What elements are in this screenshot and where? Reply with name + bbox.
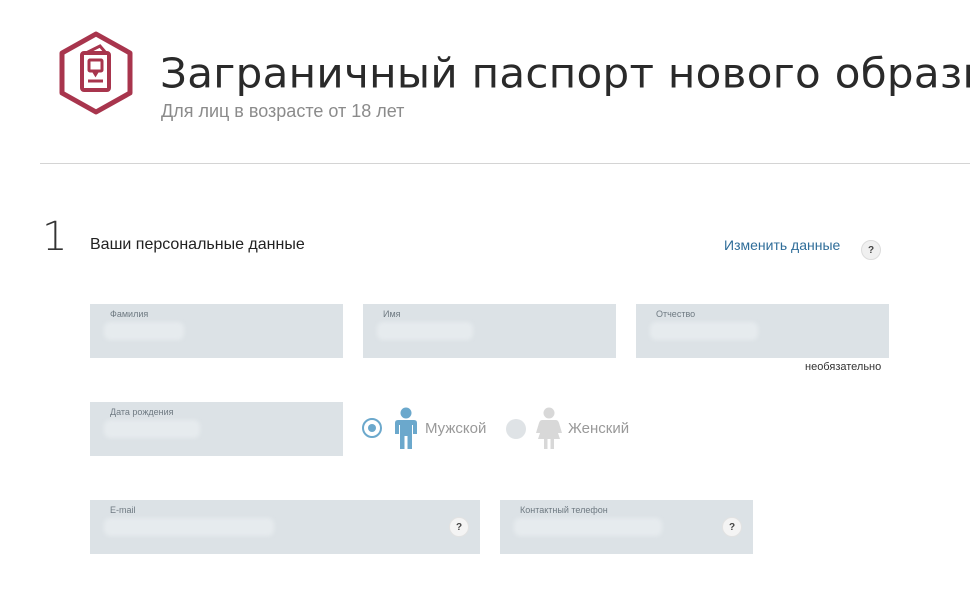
phone-field[interactable]: Контактный телефон ? <box>500 500 753 554</box>
birth-date-input[interactable] <box>108 418 290 442</box>
birth-date-label: Дата рождения <box>110 407 174 417</box>
edit-data-link[interactable]: Изменить данные <box>724 236 840 254</box>
email-field[interactable]: E-mail ? <box>90 500 480 554</box>
gender-male-label[interactable]: Мужской <box>425 420 486 438</box>
passport-logo-icon <box>58 31 134 115</box>
phone-help-icon[interactable]: ? <box>722 517 742 537</box>
email-help-icon[interactable]: ? <box>449 517 469 537</box>
page-title: Заграничный паспорт нового образца <box>160 49 970 98</box>
last-name-input[interactable] <box>108 320 290 344</box>
first-name-input[interactable] <box>381 320 563 344</box>
birth-date-field[interactable]: Дата рождения <box>90 402 343 456</box>
page-subtitle: Для лиц в возрасте от 18 лет <box>161 101 405 121</box>
gender-female-label[interactable]: Женский <box>568 420 629 438</box>
email-label: E-mail <box>110 505 136 515</box>
header-divider <box>40 163 970 164</box>
phone-input[interactable] <box>518 516 712 540</box>
optional-note: необязательно <box>805 361 882 373</box>
first-name-label: Имя <box>383 309 401 319</box>
middle-name-label: Отчество <box>656 309 696 319</box>
section-help-icon[interactable]: ? <box>861 240 881 260</box>
first-name-field[interactable]: Имя <box>363 304 616 358</box>
gender-male-radio[interactable] <box>362 418 382 438</box>
female-figure-icon[interactable] <box>535 407 563 451</box>
step-number: 1 <box>42 214 68 260</box>
email-input[interactable] <box>108 516 432 540</box>
last-name-label: Фамилия <box>110 309 149 319</box>
middle-name-field[interactable]: Отчество <box>636 304 889 358</box>
gender-female-radio[interactable] <box>506 419 526 439</box>
last-name-field[interactable]: Фамилия <box>90 304 343 358</box>
phone-label: Контактный телефон <box>520 505 608 515</box>
middle-name-input[interactable] <box>654 320 836 344</box>
section-title: Ваши персональные данные <box>90 236 305 253</box>
male-figure-icon[interactable] <box>393 407 419 451</box>
